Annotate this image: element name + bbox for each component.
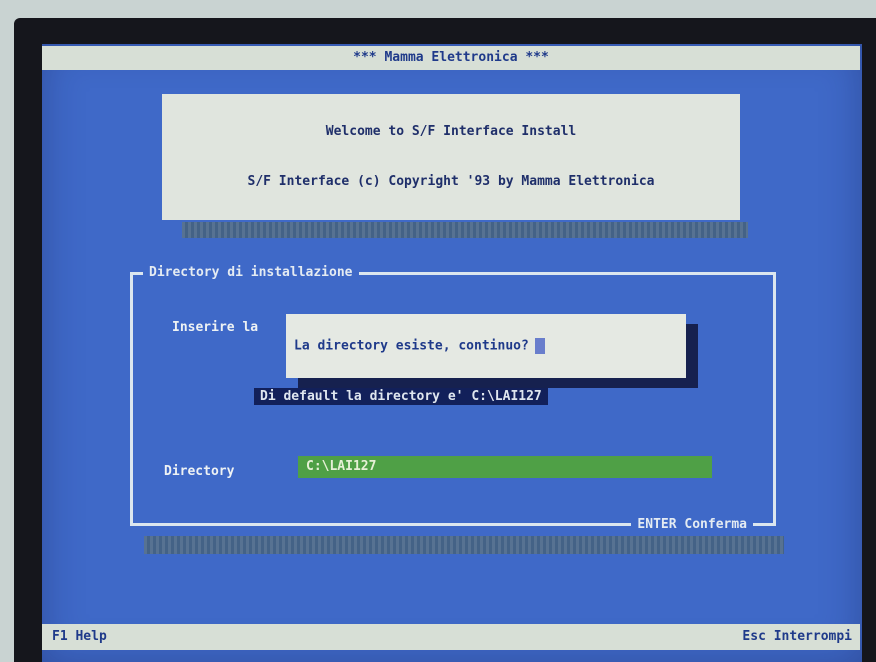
- title-bar: *** Mamma Elettronica ***: [42, 46, 860, 70]
- welcome-box: Welcome to S/F Interface Install S/F Int…: [162, 94, 740, 220]
- copyright-line: S/F Interface (c) Copyright '93 by Mamma…: [247, 174, 655, 189]
- abort-key[interactable]: Esc Interrompi: [742, 624, 852, 650]
- directory-value: C:\LAI127: [306, 459, 377, 474]
- directory-input[interactable]: C:\LAI127: [298, 456, 712, 478]
- panel-shadow: [144, 536, 784, 554]
- terminal-screen: *** Mamma Elettronica *** Welcome to S/F…: [42, 44, 862, 662]
- dialog-message-text: La directory esiste, continuo?: [294, 338, 529, 354]
- help-key[interactable]: F1 Help: [52, 624, 107, 650]
- insert-label: Inserire la: [172, 320, 259, 335]
- welcome-shadow: [182, 222, 748, 238]
- panel-title: Directory di installazione: [143, 264, 359, 282]
- dialog-message: La directory esiste, continuo?: [294, 338, 545, 354]
- confirm-dialog[interactable]: La directory esiste, continuo?: [286, 314, 686, 378]
- directory-label: Directory: [164, 464, 235, 479]
- text-cursor: [534, 338, 545, 354]
- default-directory-hint: Di default la directory e' C:\LAI127: [254, 388, 548, 405]
- status-bar: F1 Help Esc Interrompi: [42, 624, 860, 650]
- confirm-hint[interactable]: ENTER Conferma: [631, 516, 753, 534]
- welcome-heading: Welcome to S/F Interface Install: [325, 124, 577, 139]
- window-title: *** Mamma Elettronica ***: [353, 50, 549, 65]
